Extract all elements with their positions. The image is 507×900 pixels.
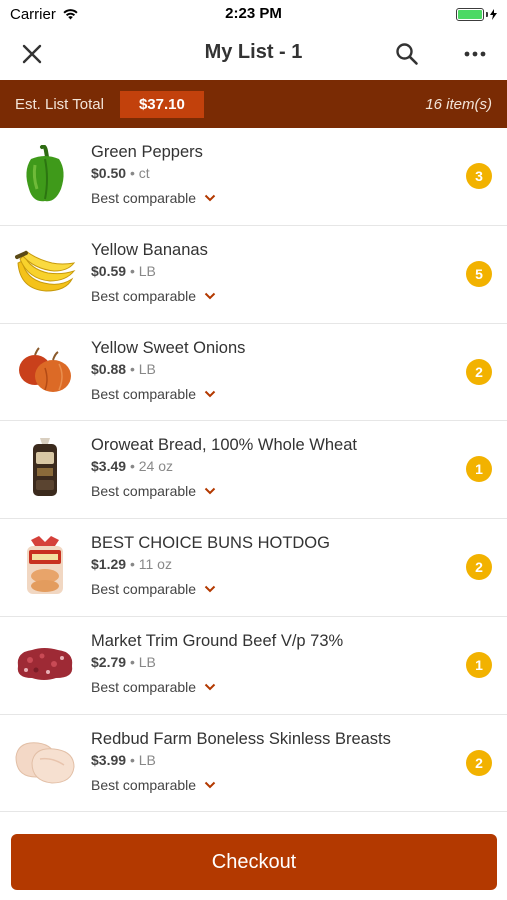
best-comparable-toggle[interactable]: Best comparable (91, 190, 491, 206)
item-name: Oroweat Bread, 100% Whole Wheat (91, 436, 357, 455)
compare-label: Best comparable (91, 190, 197, 206)
item-name: Yellow Sweet Onions (91, 338, 246, 357)
bread-loaf-icon (14, 435, 76, 499)
item-unit: LB (138, 360, 156, 377)
item-unit: 11 oz (138, 556, 172, 572)
quantity-badge: 3 (466, 163, 492, 189)
ground-beef-icon (14, 631, 76, 695)
list-item[interactable]: BEST CHOICE BUNS HOTDOG $1.29 • 11 oz Be… (0, 519, 507, 617)
checkout-bar: Checkout (0, 822, 507, 900)
best-comparable-toggle[interactable]: Best comparable (91, 288, 491, 304)
search-button[interactable] (391, 38, 423, 70)
checkout-button[interactable]: Checkout (11, 834, 497, 890)
compare-label: Best comparable (91, 678, 197, 695)
list-item[interactable]: Yellow Bananas $0.59 • LB Best comparabl… (0, 226, 507, 324)
item-price: $0.88 (91, 360, 127, 377)
compare-label: Best comparable (91, 287, 197, 304)
price-row: $3.99 • LB (91, 751, 156, 768)
status-bar: Carrier 2:23 PM (0, 0, 507, 28)
price-row: $0.88 • LB (91, 360, 156, 377)
chevron-down-icon (204, 194, 216, 202)
chevron-down-icon (204, 390, 216, 397)
chicken-breasts-icon (14, 729, 76, 793)
item-name: Redbud Farm Boneless Skinless Breasts (91, 729, 391, 748)
item-name: Green Peppers (91, 143, 203, 161)
item-price: $3.49 (91, 458, 127, 475)
green-pepper-icon (14, 142, 76, 206)
more-button[interactable] (459, 38, 491, 70)
quantity-badge: 5 (466, 260, 492, 287)
item-unit: LB (138, 262, 156, 279)
item-unit: 24 oz (138, 458, 173, 475)
item-price: $0.50 (91, 165, 127, 181)
list-summary-bar: Est. List Total $37.10 16 item(s) (0, 80, 507, 128)
chevron-down-icon (204, 488, 216, 495)
best-comparable-toggle[interactable]: Best comparable (91, 386, 491, 402)
price-row: $1.29 • 11 oz (91, 556, 172, 572)
price-row: $2.79 • LB (91, 653, 156, 670)
item-price: $0.59 (91, 262, 127, 279)
item-price: $3.99 (91, 751, 127, 768)
item-unit: LB (138, 653, 156, 670)
onions-icon (14, 338, 76, 402)
total-label: Est. List Total (15, 95, 104, 113)
chevron-down-icon (204, 781, 216, 788)
item-name: BEST CHOICE BUNS HOTDOG (91, 534, 330, 552)
compare-label: Best comparable (91, 483, 197, 500)
quantity-badge: 2 (466, 749, 492, 776)
hotdog-buns-icon (14, 533, 76, 597)
item-price: $2.79 (91, 653, 127, 670)
chevron-down-icon (204, 585, 216, 593)
compare-label: Best comparable (91, 385, 197, 402)
item-name: Market Trim Ground Beef V/p 73% (91, 631, 344, 650)
quantity-badge: 2 (466, 554, 492, 580)
nav-left (16, 38, 48, 70)
price-row: $0.59 • LB (91, 262, 156, 279)
quantity-badge: 1 (466, 651, 492, 678)
compare-label: Best comparable (91, 581, 197, 597)
item-price: $1.29 (91, 556, 127, 572)
nav-bar: My List - 1 (0, 28, 507, 80)
item-unit: LB (138, 751, 156, 768)
close-icon (22, 44, 42, 64)
close-button[interactable] (16, 38, 48, 70)
more-icon (464, 51, 486, 57)
best-comparable-toggle[interactable]: Best comparable (91, 777, 491, 793)
chevron-down-icon (204, 683, 216, 691)
compare-label: Best comparable (91, 776, 197, 793)
chevron-down-icon (204, 292, 216, 300)
total-amount: $37.10 (119, 90, 204, 118)
best-comparable-toggle[interactable]: Best comparable (91, 679, 491, 695)
shopping-list: Green Peppers $0.50 • ct Best comparable… (0, 128, 507, 813)
bananas-icon (14, 240, 76, 304)
list-item[interactable]: Green Peppers $0.50 • ct Best comparable… (0, 128, 507, 226)
nav-right (391, 38, 491, 70)
item-name: Yellow Bananas (91, 240, 208, 259)
price-row: $3.49 • 24 oz (91, 458, 173, 475)
best-comparable-toggle[interactable]: Best comparable (91, 483, 491, 499)
list-item[interactable]: Oroweat Bread, 100% Whole Wheat $3.49 • … (0, 421, 507, 519)
list-item[interactable]: Market Trim Ground Beef V/p 73% $2.79 • … (0, 617, 507, 715)
list-item[interactable]: Redbud Farm Boneless Skinless Breasts $3… (0, 715, 507, 813)
quantity-badge: 2 (466, 358, 492, 385)
list-item[interactable]: Yellow Sweet Onions $0.88 • LB Best comp… (0, 324, 507, 422)
search-icon (396, 43, 418, 65)
status-time: 2:23 PM (225, 5, 282, 22)
price-row: $0.50 • ct (91, 165, 150, 181)
item-count: 16 item(s) (425, 95, 492, 113)
item-unit: ct (138, 165, 150, 181)
best-comparable-toggle[interactable]: Best comparable (91, 581, 491, 597)
